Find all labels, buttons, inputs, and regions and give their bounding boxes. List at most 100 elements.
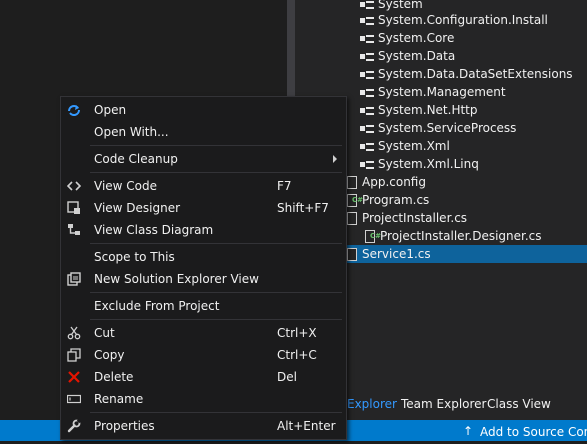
reference-icon bbox=[360, 88, 374, 98]
file-item-projectinstaller-designer-cs[interactable]: ProjectInstaller.Designer.cs bbox=[365, 227, 542, 245]
file-item-projectinstaller-cs[interactable]: ProjectInstaller.cs bbox=[347, 209, 467, 227]
delete-x-icon bbox=[68, 371, 80, 383]
file-item-service1-cs[interactable]: Service1.cs bbox=[345, 245, 587, 263]
menu-separator bbox=[90, 172, 342, 173]
reference-label: System bbox=[378, 0, 423, 11]
component-file-icon bbox=[347, 248, 357, 261]
open-icon bbox=[68, 105, 80, 116]
menu-separator bbox=[90, 145, 342, 146]
csharp-file-icon bbox=[347, 191, 363, 209]
menu-label: View Designer bbox=[94, 201, 181, 215]
menu-label: Exclude From Project bbox=[94, 299, 220, 313]
reference-label: System.Configuration.Install bbox=[378, 13, 548, 27]
menu-item-open-with[interactable]: Open With... bbox=[61, 121, 346, 143]
menu-shortcut: Ctrl+C bbox=[277, 348, 317, 362]
menu-shortcut: Del bbox=[277, 370, 297, 384]
reference-icon bbox=[360, 106, 374, 116]
menu-item-view-designer[interactable]: View Designer Shift+F7 bbox=[61, 197, 346, 219]
menu-label: View Code bbox=[94, 179, 158, 193]
menu-item-view-class-diagram[interactable]: View Class Diagram bbox=[61, 219, 346, 241]
reference-label: System.Net.Http bbox=[378, 103, 478, 117]
menu-separator bbox=[90, 292, 342, 293]
reference-icon bbox=[360, 16, 374, 26]
menu-label: Code Cleanup bbox=[94, 152, 178, 166]
rename-icon bbox=[67, 394, 81, 404]
component-file-icon bbox=[347, 212, 357, 225]
reference-item[interactable]: System.Management bbox=[360, 83, 506, 101]
reference-label: System.Xml.Linq bbox=[378, 157, 479, 171]
file-item-app-config[interactable]: App.config bbox=[347, 173, 426, 191]
reference-icon bbox=[360, 52, 374, 62]
menu-separator bbox=[90, 319, 342, 320]
menu-item-open[interactable]: Open bbox=[61, 99, 346, 121]
config-file-icon bbox=[347, 176, 357, 189]
menu-item-rename[interactable]: Rename bbox=[61, 388, 346, 410]
menu-label: Copy bbox=[94, 348, 125, 362]
reference-icon bbox=[360, 34, 374, 44]
menu-label: Scope to This bbox=[94, 250, 175, 264]
menu-label: Rename bbox=[94, 392, 144, 406]
reference-label: System.ServiceProcess bbox=[378, 121, 517, 135]
reference-icon bbox=[360, 124, 374, 134]
menu-label: Open bbox=[94, 103, 127, 117]
up-arrow-icon: ↑ bbox=[463, 424, 474, 438]
menu-label: Properties bbox=[94, 419, 155, 433]
menu-label: New Solution Explorer View bbox=[94, 272, 259, 286]
file-item-program-cs[interactable]: Program.cs bbox=[347, 191, 429, 209]
menu-label: View Class Diagram bbox=[94, 223, 214, 237]
reference-icon bbox=[360, 160, 374, 170]
menu-shortcut: F7 bbox=[277, 179, 292, 193]
csharp-file-icon bbox=[365, 227, 381, 245]
reference-item[interactable]: System.Xml bbox=[360, 137, 450, 155]
copy-icon bbox=[67, 348, 81, 362]
tab-solution-explorer[interactable]: Explorer bbox=[347, 394, 397, 414]
reference-item[interactable]: System.Data bbox=[360, 47, 455, 65]
reference-item[interactable]: System.Xml.Linq bbox=[360, 155, 479, 173]
menu-item-exclude-from-project[interactable]: Exclude From Project bbox=[61, 295, 346, 317]
submenu-arrow-icon bbox=[333, 155, 337, 163]
reference-item[interactable]: System.Core bbox=[360, 29, 454, 47]
menu-label: Delete bbox=[94, 370, 134, 384]
menu-item-code-cleanup[interactable]: Code Cleanup bbox=[61, 148, 346, 170]
menu-shortcut: Ctrl+X bbox=[277, 326, 317, 340]
tab-team-explorer[interactable]: Team Explorer bbox=[401, 394, 487, 414]
menu-shortcut: Shift+F7 bbox=[277, 201, 329, 215]
file-label: ProjectInstaller.Designer.cs bbox=[380, 229, 542, 243]
menu-item-scope-to-this[interactable]: Scope to This bbox=[61, 246, 346, 268]
reference-label: System.Management bbox=[378, 85, 506, 99]
reference-icon bbox=[360, 0, 374, 10]
file-label: App.config bbox=[362, 175, 426, 189]
tab-class-view[interactable]: Class View bbox=[487, 394, 551, 414]
menu-label: Cut bbox=[94, 326, 115, 340]
reference-item[interactable]: System.Net.Http bbox=[360, 101, 478, 119]
menu-item-copy[interactable]: Copy Ctrl+C bbox=[61, 344, 346, 366]
reference-item[interactable]: System.ServiceProcess bbox=[360, 119, 516, 137]
menu-item-delete[interactable]: Delete Del bbox=[61, 366, 346, 388]
menu-item-view-code[interactable]: View Code F7 bbox=[61, 175, 346, 197]
file-label: Service1.cs bbox=[362, 247, 431, 261]
context-menu: Open Open With... Code Cleanup View Code… bbox=[60, 96, 347, 440]
reference-label: System.Xml bbox=[378, 139, 450, 153]
reference-label: System.Data bbox=[378, 49, 456, 63]
reference-icon bbox=[360, 70, 374, 80]
reference-item[interactable]: System.Configuration.Install bbox=[360, 11, 548, 29]
menu-item-cut[interactable]: Cut Ctrl+X bbox=[61, 322, 346, 344]
menu-separator bbox=[90, 412, 342, 413]
reference-icon bbox=[360, 142, 374, 152]
menu-shortcut: Alt+Enter bbox=[277, 419, 336, 433]
reference-item[interactable]: System.Data.DataSetExtensions bbox=[360, 65, 573, 83]
wrench-icon bbox=[67, 419, 81, 433]
code-brackets-icon bbox=[67, 181, 81, 191]
class-diagram-icon bbox=[68, 224, 80, 235]
scissors-icon bbox=[67, 326, 81, 340]
reference-label: System.Data.DataSetExtensions bbox=[378, 67, 573, 81]
menu-item-properties[interactable]: Properties Alt+Enter bbox=[61, 415, 346, 437]
menu-separator bbox=[90, 243, 342, 244]
file-label: Program.cs bbox=[362, 193, 430, 207]
menu-label: Open With... bbox=[94, 125, 169, 139]
new-window-icon bbox=[67, 272, 81, 286]
designer-icon bbox=[67, 201, 80, 214]
add-to-source-control-button[interactable]: Add to Source Control bbox=[480, 420, 587, 444]
menu-item-new-solution-explorer-view[interactable]: New Solution Explorer View bbox=[61, 268, 346, 290]
file-label: ProjectInstaller.cs bbox=[362, 211, 468, 225]
